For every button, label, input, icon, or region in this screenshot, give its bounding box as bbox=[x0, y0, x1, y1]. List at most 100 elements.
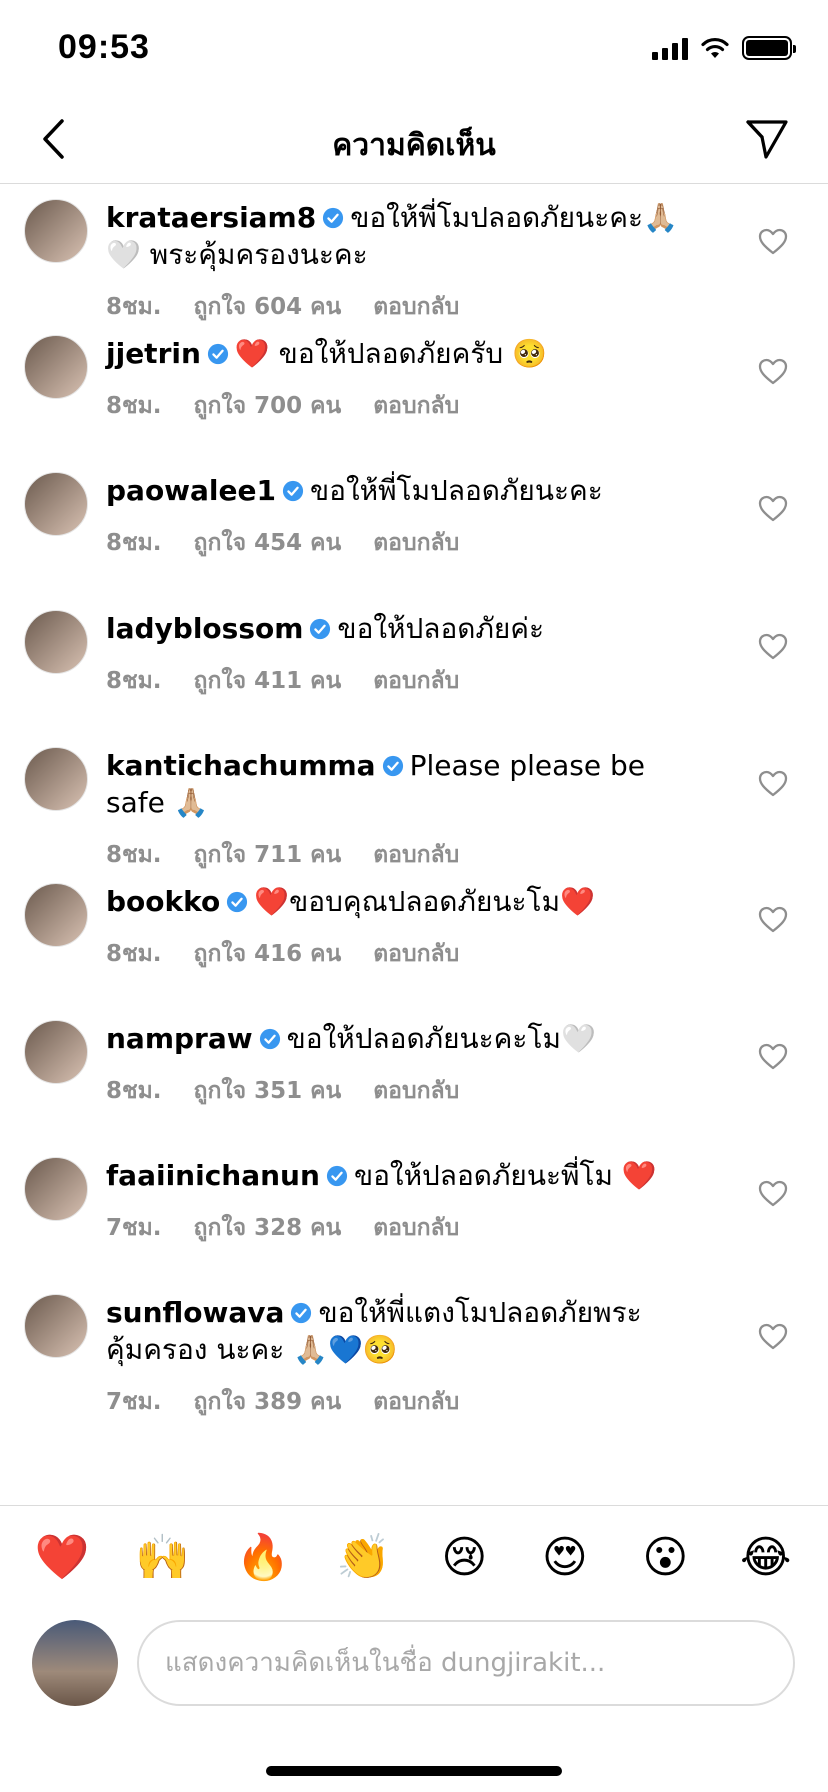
comment-username[interactable]: bookko bbox=[106, 885, 220, 918]
comment-body: ❤️ขอบคุณปลอดภัยนะโม❤️ bbox=[254, 885, 595, 918]
verified-badge-icon bbox=[207, 343, 229, 365]
avatar[interactable] bbox=[24, 1020, 88, 1084]
verified-badge-icon bbox=[310, 618, 331, 640]
reply-button[interactable]: ตอบกลับ bbox=[373, 525, 459, 561]
comment-username[interactable]: faaiinichanun bbox=[106, 1159, 320, 1192]
comment-likes[interactable]: ถูกใจ 454 คน bbox=[194, 525, 342, 561]
comment-username[interactable]: nampraw bbox=[106, 1022, 253, 1055]
comments-list[interactable]: krataersiam8 ขอให้พี่โมปลอดภัยนะคะ🙏🏼🤍 พระ… bbox=[0, 185, 828, 1495]
comment-text: nampraw ขอให้ปลอดภัยนะคะโม🤍 bbox=[106, 1020, 706, 1057]
like-heart-icon[interactable] bbox=[758, 494, 788, 522]
avatar[interactable] bbox=[24, 199, 88, 263]
reply-button[interactable]: ตอบกลับ bbox=[373, 837, 459, 873]
comment-time: 8ชม. bbox=[106, 294, 162, 320]
status-icons bbox=[652, 36, 796, 60]
emoji-crying-button[interactable]: 😢 bbox=[434, 1536, 494, 1580]
current-user-avatar bbox=[32, 1620, 118, 1706]
comment-time: 8ชม. bbox=[106, 1078, 162, 1104]
comment-text: bookko ❤️ขอบคุณปลอดภัยนะโม❤️ bbox=[106, 883, 706, 920]
comment-meta: 8ชม. ถูกใจ 700 คน ตอบกลับ bbox=[106, 388, 706, 424]
comment-text: ladyblossom ขอให้ปลอดภัยค่ะ bbox=[106, 610, 706, 647]
battery-icon bbox=[742, 36, 796, 60]
emoji-surprised-button[interactable]: 😮 bbox=[635, 1536, 695, 1580]
comment-body: ขอให้พี่โมปลอดภัยนะคะ bbox=[310, 474, 603, 507]
share-button[interactable] bbox=[742, 114, 792, 164]
comment-likes[interactable]: ถูกใจ 604 คน bbox=[194, 289, 342, 325]
comment-likes[interactable]: ถูกใจ 411 คน bbox=[194, 663, 342, 699]
like-heart-icon[interactable] bbox=[758, 227, 788, 255]
avatar[interactable] bbox=[24, 1294, 88, 1358]
avatar[interactable] bbox=[24, 883, 88, 947]
comment-meta: 7ชม. ถูกใจ 328 คน ตอบกลับ bbox=[106, 1210, 706, 1246]
comment-username[interactable]: paowalee1 bbox=[106, 474, 276, 507]
verified-badge-icon bbox=[326, 1165, 348, 1187]
comment-likes[interactable]: ถูกใจ 389 คน bbox=[194, 1384, 342, 1420]
comment-username[interactable]: jjetrin bbox=[106, 337, 201, 370]
comment-likes[interactable]: ถูกใจ 711 คน bbox=[194, 837, 342, 873]
avatar[interactable] bbox=[24, 335, 88, 399]
comment-meta: 8ชม. ถูกใจ 351 คน ตอบกลับ bbox=[106, 1073, 706, 1109]
comment-username[interactable]: ladyblossom bbox=[106, 612, 303, 645]
verified-badge-icon bbox=[382, 755, 403, 777]
comment-text: kantichachumma Please please be safe 🙏🏼 bbox=[106, 747, 706, 821]
comment-username[interactable]: krataersiam8 bbox=[106, 201, 316, 234]
comment-text: jjetrin ❤️ ขอให้ปลอดภัยครับ 🥺 bbox=[106, 335, 706, 372]
reply-button[interactable]: ตอบกลับ bbox=[373, 388, 459, 424]
like-heart-icon[interactable] bbox=[758, 1322, 788, 1350]
avatar[interactable] bbox=[24, 1157, 88, 1221]
cellular-signal-icon bbox=[652, 36, 688, 60]
verified-badge-icon bbox=[227, 891, 248, 913]
emoji-fire-button[interactable]: 🔥 bbox=[233, 1536, 293, 1580]
verified-badge-icon bbox=[282, 480, 304, 502]
comment-body: ขอให้ปลอดภัยนะคะโม🤍 bbox=[286, 1022, 596, 1055]
emoji-heart-eyes-button[interactable]: 😍 bbox=[535, 1536, 595, 1580]
like-heart-icon[interactable] bbox=[758, 357, 788, 385]
comment-likes[interactable]: ถูกใจ 700 คน bbox=[194, 388, 342, 424]
emoji-reaction-bar: ❤️ 🙌 🔥 👏 😢 😍 😮 😂 bbox=[0, 1505, 828, 1610]
comment-meta: 8ชม. ถูกใจ 711 คน ตอบกลับ bbox=[106, 837, 706, 873]
comment-time: 7ชม. bbox=[106, 1389, 162, 1415]
comment-text: paowalee1 ขอให้พี่โมปลอดภัยนะคะ bbox=[106, 472, 706, 509]
comment-likes[interactable]: ถูกใจ 416 คน bbox=[194, 936, 342, 972]
like-heart-icon[interactable] bbox=[758, 632, 788, 660]
like-heart-icon[interactable] bbox=[758, 769, 788, 797]
comment-time: 8ชม. bbox=[106, 941, 162, 967]
comment-text: krataersiam8 ขอให้พี่โมปลอดภัยนะคะ🙏🏼🤍 พระ… bbox=[106, 199, 706, 273]
comment-body: ขอให้ปลอดภัยค่ะ bbox=[337, 612, 545, 645]
emoji-clap-button[interactable]: 👏 bbox=[334, 1536, 394, 1580]
reply-button[interactable]: ตอบกลับ bbox=[373, 936, 459, 972]
comment-username[interactable]: sunflowava bbox=[106, 1296, 284, 1329]
emoji-heart-button[interactable]: ❤️ bbox=[32, 1536, 92, 1580]
avatar[interactable] bbox=[24, 472, 88, 536]
wifi-icon bbox=[701, 37, 729, 58]
comment-body: ขอให้ปลอดภัยนะพี่โม ❤️ bbox=[353, 1159, 657, 1192]
avatar[interactable] bbox=[24, 610, 88, 674]
reply-button[interactable]: ตอบกลับ bbox=[373, 663, 459, 699]
comment-time: 8ชม. bbox=[106, 393, 162, 419]
home-indicator[interactable] bbox=[266, 1766, 562, 1776]
like-heart-icon[interactable] bbox=[758, 1179, 788, 1207]
comment-meta: 8ชม. ถูกใจ 416 คน ตอบกลับ bbox=[106, 936, 706, 972]
like-heart-icon[interactable] bbox=[758, 905, 788, 933]
page-title: ความคิดเห็น bbox=[332, 128, 496, 163]
reply-button[interactable]: ตอบกลับ bbox=[373, 1384, 459, 1420]
comments-header: ความคิดเห็น bbox=[0, 100, 828, 184]
verified-badge-icon bbox=[259, 1028, 280, 1050]
comment-username[interactable]: kantichachumma bbox=[106, 749, 376, 782]
reply-button[interactable]: ตอบกลับ bbox=[373, 1210, 459, 1246]
verified-badge-icon bbox=[323, 207, 344, 229]
comment-time: 7ชม. bbox=[106, 1215, 162, 1241]
comment-time: 8ชม. bbox=[106, 842, 162, 868]
avatar[interactable] bbox=[24, 747, 88, 811]
comment-input[interactable] bbox=[137, 1620, 795, 1706]
status-time: 09:53 bbox=[58, 28, 150, 66]
like-heart-icon[interactable] bbox=[758, 1042, 788, 1070]
reply-button[interactable]: ตอบกลับ bbox=[373, 289, 459, 325]
emoji-raised-hands-button[interactable]: 🙌 bbox=[133, 1536, 193, 1580]
emoji-laughing-button[interactable]: 😂 bbox=[736, 1536, 796, 1580]
comment-body: ❤️ ขอให้ปลอดภัยครับ 🥺 bbox=[234, 337, 547, 370]
comment-likes[interactable]: ถูกใจ 328 คน bbox=[194, 1210, 342, 1246]
comment-text: sunflowava ขอให้พี่แตงโมปลอดภัยพระคุ้มครอ… bbox=[106, 1294, 706, 1368]
comment-likes[interactable]: ถูกใจ 351 คน bbox=[194, 1073, 342, 1109]
reply-button[interactable]: ตอบกลับ bbox=[373, 1073, 459, 1109]
